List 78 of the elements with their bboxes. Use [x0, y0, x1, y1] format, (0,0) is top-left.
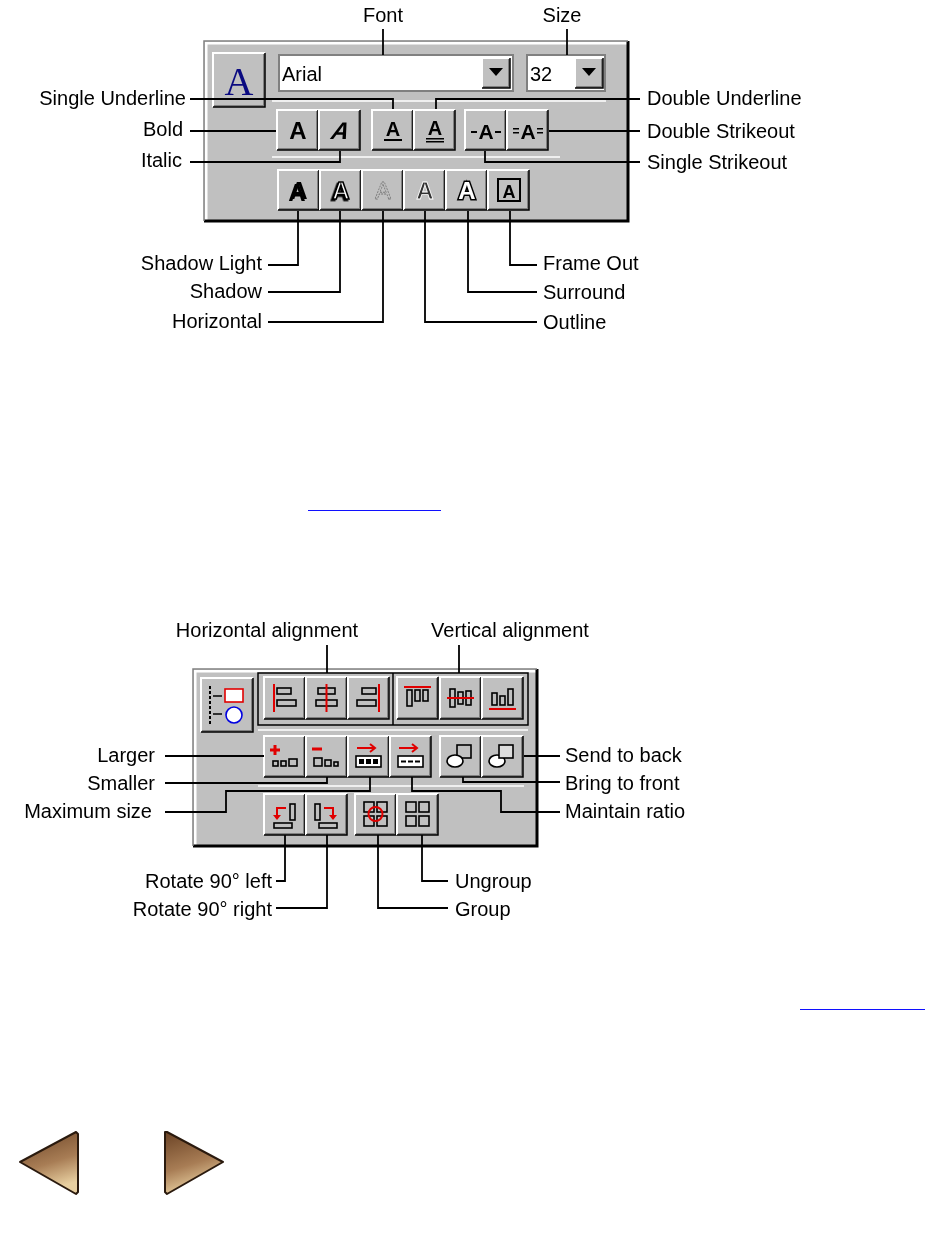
- callout-label: Double Strikeout: [647, 120, 795, 142]
- align-left-icon: [273, 683, 297, 713]
- leader-line: [458, 644, 460, 674]
- caret-icon: [582, 68, 596, 76]
- callout-label: Bring to front: [565, 772, 680, 794]
- callout-label: Shadow: [189, 280, 262, 302]
- toolbar-button[interactable]: [200, 677, 254, 733]
- toolbar-button[interactable]: A: [487, 169, 530, 211]
- callout-label: Maintain ratio: [565, 800, 686, 822]
- toolbar-button[interactable]: [354, 793, 397, 836]
- group-icon: [363, 801, 388, 827]
- toolbar-button[interactable]: A: [371, 109, 414, 151]
- toolbar-button[interactable]: A: [277, 169, 320, 211]
- callout-label: Shadow Light: [140, 252, 262, 274]
- callout-label: Font: [363, 4, 403, 26]
- callout-label: Frame Out: [543, 252, 639, 274]
- ratio-icon: [397, 743, 424, 768]
- callout-label: Group: [455, 898, 511, 920]
- callout-label: Single Strikeout: [647, 151, 788, 173]
- callout-label: Vertical alignment: [431, 619, 589, 641]
- toolbar-button[interactable]: [439, 676, 482, 720]
- callout-label: Surround: [543, 281, 626, 303]
- bring-to-front-icon: [446, 744, 472, 768]
- callout-label: Larger: [97, 744, 155, 766]
- ungroup-icon: [405, 801, 430, 827]
- toolbar-button[interactable]: [305, 793, 348, 836]
- caret-icon: [489, 68, 503, 76]
- callout-label: Bold: [142, 118, 183, 140]
- align-center-icon: [315, 683, 338, 713]
- toolbar-button[interactable]: [439, 735, 482, 778]
- size-dropdown[interactable]: 32: [526, 54, 606, 92]
- toolbar-button[interactable]: A: [318, 109, 361, 151]
- toolbar-button[interactable]: [305, 735, 348, 778]
- text-style-button[interactable]: A: [212, 52, 266, 108]
- enlarge-icon: [268, 743, 298, 767]
- toolbar-button[interactable]: A: [464, 109, 507, 151]
- toolbar-button[interactable]: [481, 735, 524, 778]
- send-to-back-icon: [488, 744, 514, 768]
- toolbar-button[interactable]: [263, 793, 306, 836]
- toolbar-button[interactable]: [263, 676, 306, 720]
- toolbar-button[interactable]: A: [413, 109, 456, 151]
- callout-label: Send to back: [565, 744, 682, 766]
- callout-label: Size: [542, 4, 582, 26]
- maximize-icon: [355, 743, 382, 768]
- leader-line: [326, 644, 328, 674]
- toolbar-button[interactable]: A: [403, 169, 446, 211]
- callout-label: Single Underline: [39, 87, 186, 109]
- toolbar-button[interactable]: [305, 676, 348, 720]
- align-top-icon: [403, 686, 432, 707]
- toolbar-button[interactable]: [263, 735, 306, 778]
- rotate-right-icon: [314, 803, 338, 829]
- toolbar-button[interactable]: A: [506, 109, 549, 151]
- align-right-icon: [356, 683, 380, 713]
- callout-label: Maximum size: [24, 800, 152, 822]
- toolbar-button[interactable]: [347, 676, 390, 720]
- leader-line: [566, 28, 568, 56]
- align-middle-icon: [446, 688, 475, 708]
- toolbar-button[interactable]: [389, 735, 432, 778]
- callout-label: Smaller: [87, 772, 155, 794]
- shrink-icon: [312, 747, 339, 767]
- callout-label: Rotate 90° left: [145, 870, 272, 892]
- callout-label: Horizontal: [171, 310, 262, 332]
- toolbar-button[interactable]: [396, 793, 439, 836]
- toolbar-button[interactable]: [396, 676, 439, 720]
- toolbar-button[interactable]: [347, 735, 390, 778]
- callout-label: Outline: [543, 311, 607, 333]
- callout-label: Double Underline: [647, 87, 802, 109]
- callout-label: Italic: [140, 149, 182, 171]
- callout-label: Rotate 90° right: [132, 898, 272, 920]
- toolbar-button[interactable]: [481, 676, 524, 720]
- callout-label: Ungroup: [455, 870, 532, 892]
- leader-line: [382, 28, 384, 56]
- toolbar-button[interactable]: A: [276, 109, 319, 151]
- align-objects-icon: [209, 685, 244, 727]
- font-dropdown[interactable]: Arial: [278, 54, 514, 92]
- align-bottom-icon: [488, 688, 517, 710]
- callout-label: Horizontal alignment: [175, 619, 359, 641]
- rotate-left-icon: [273, 803, 296, 829]
